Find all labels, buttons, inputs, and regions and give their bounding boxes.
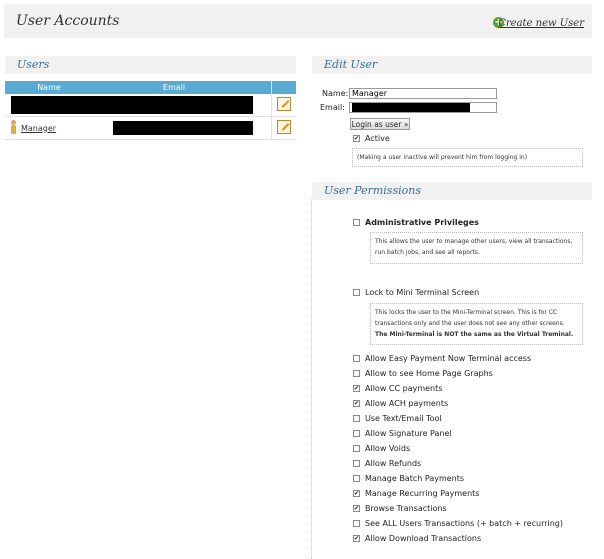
icon-column-header <box>5 81 21 94</box>
permission-checkbox[interactable] <box>353 490 360 497</box>
create-new-user-link[interactable]: Create new User <box>498 18 584 29</box>
active-note: (Making a user inactive will prevent him… <box>352 148 583 167</box>
redacted-user-cell <box>5 94 272 117</box>
user-name-link[interactable]: Manager <box>21 124 56 133</box>
permission-checkbox[interactable] <box>353 520 360 527</box>
users-table-header: Name Email <box>5 81 296 94</box>
admin-privileges-label: Administrative Privileges <box>365 218 479 227</box>
edit-column-header <box>271 81 296 94</box>
lock-mini-terminal-checkbox[interactable] <box>353 289 360 296</box>
name-column-header: Name <box>21 81 77 94</box>
edit-user-panel-title: Edit User <box>312 56 592 74</box>
permission-checkbox[interactable] <box>353 370 360 377</box>
email-input[interactable] <box>349 102 497 113</box>
user-permissions-panel-title: User Permissions <box>312 182 592 200</box>
permission-label: Allow Voids <box>365 444 411 453</box>
edit-cell <box>271 94 296 117</box>
permission-label: Allow Signature Panel <box>365 429 452 438</box>
permission-label: Allow Easy Payment Now Terminal access <box>365 354 532 363</box>
edit-icon[interactable] <box>277 120 291 134</box>
permission-label: Allow Download Transactions <box>365 534 482 543</box>
user-email-cell <box>77 116 272 140</box>
permission-label: Allow CC payments <box>365 384 443 393</box>
redacted-email <box>113 121 253 135</box>
permission-label: Allow to see Home Page Graphs <box>365 369 493 378</box>
permission-label: See ALL Users Transactions (+ batch + re… <box>365 519 563 528</box>
permission-label: Allow Refunds <box>365 459 422 468</box>
active-label: Active <box>365 134 390 143</box>
permissions-divider <box>311 198 312 559</box>
permission-label: Manage Batch Payments <box>365 474 465 483</box>
admin-note-line: This allows the user to manage other use… <box>375 238 573 245</box>
permission-checkbox[interactable] <box>353 460 360 467</box>
email-label: Email: <box>320 103 345 112</box>
permission-checkbox[interactable] <box>353 400 360 407</box>
table-row[interactable]: Manager <box>5 116 296 140</box>
permission-checkbox[interactable] <box>353 385 360 392</box>
permission-label: Use Text/Email Tool <box>365 414 442 423</box>
user-icon <box>9 120 17 136</box>
users-table: Name Email Manager <box>5 81 296 140</box>
permission-checkbox[interactable] <box>353 505 360 512</box>
name-label: Name: <box>322 89 349 98</box>
lock-mini-terminal-note: This locks the user to the Mini-Terminal… <box>370 303 583 345</box>
lock-note-line: The Mini-Terminal is NOT the same as the… <box>375 331 574 338</box>
user-icon-cell <box>5 116 21 140</box>
admin-privileges-note: This allows the user to manage other use… <box>370 232 583 264</box>
permission-checkbox[interactable] <box>353 430 360 437</box>
redacted-block <box>11 96 253 114</box>
page-header: User Accounts + Create new User <box>4 4 592 38</box>
permission-checkbox[interactable] <box>353 535 360 542</box>
edit-cell <box>271 116 296 140</box>
user-name-cell: Manager <box>21 116 77 140</box>
permission-label: Browse Transactions <box>365 504 447 513</box>
page-title: User Accounts <box>16 13 120 29</box>
name-input[interactable] <box>349 88 497 99</box>
permission-checkbox[interactable] <box>353 445 360 452</box>
permission-checkbox[interactable] <box>353 475 360 482</box>
email-column-header: Email <box>77 81 272 94</box>
lock-note-line: transactions only and the user does not … <box>375 320 565 327</box>
lock-mini-terminal-label: Lock to Mini Terminal Screen <box>365 288 480 297</box>
login-as-user-button[interactable]: Login as user » <box>350 118 410 130</box>
admin-note-line: run batch jobs, and see all reports. <box>375 249 480 256</box>
permission-label: Manage Recurring Payments <box>365 489 480 498</box>
redacted-email <box>352 103 470 112</box>
lock-note-line: This locks the user to the Mini-Terminal… <box>375 309 558 316</box>
table-row[interactable] <box>5 94 296 117</box>
active-checkbox[interactable] <box>353 135 360 142</box>
users-panel-title: Users <box>5 56 296 74</box>
permission-checkbox[interactable] <box>353 415 360 422</box>
permission-checkbox[interactable] <box>353 355 360 362</box>
permission-label: Allow ACH payments <box>365 399 449 408</box>
edit-icon[interactable] <box>277 97 291 111</box>
admin-privileges-checkbox[interactable] <box>353 219 360 226</box>
